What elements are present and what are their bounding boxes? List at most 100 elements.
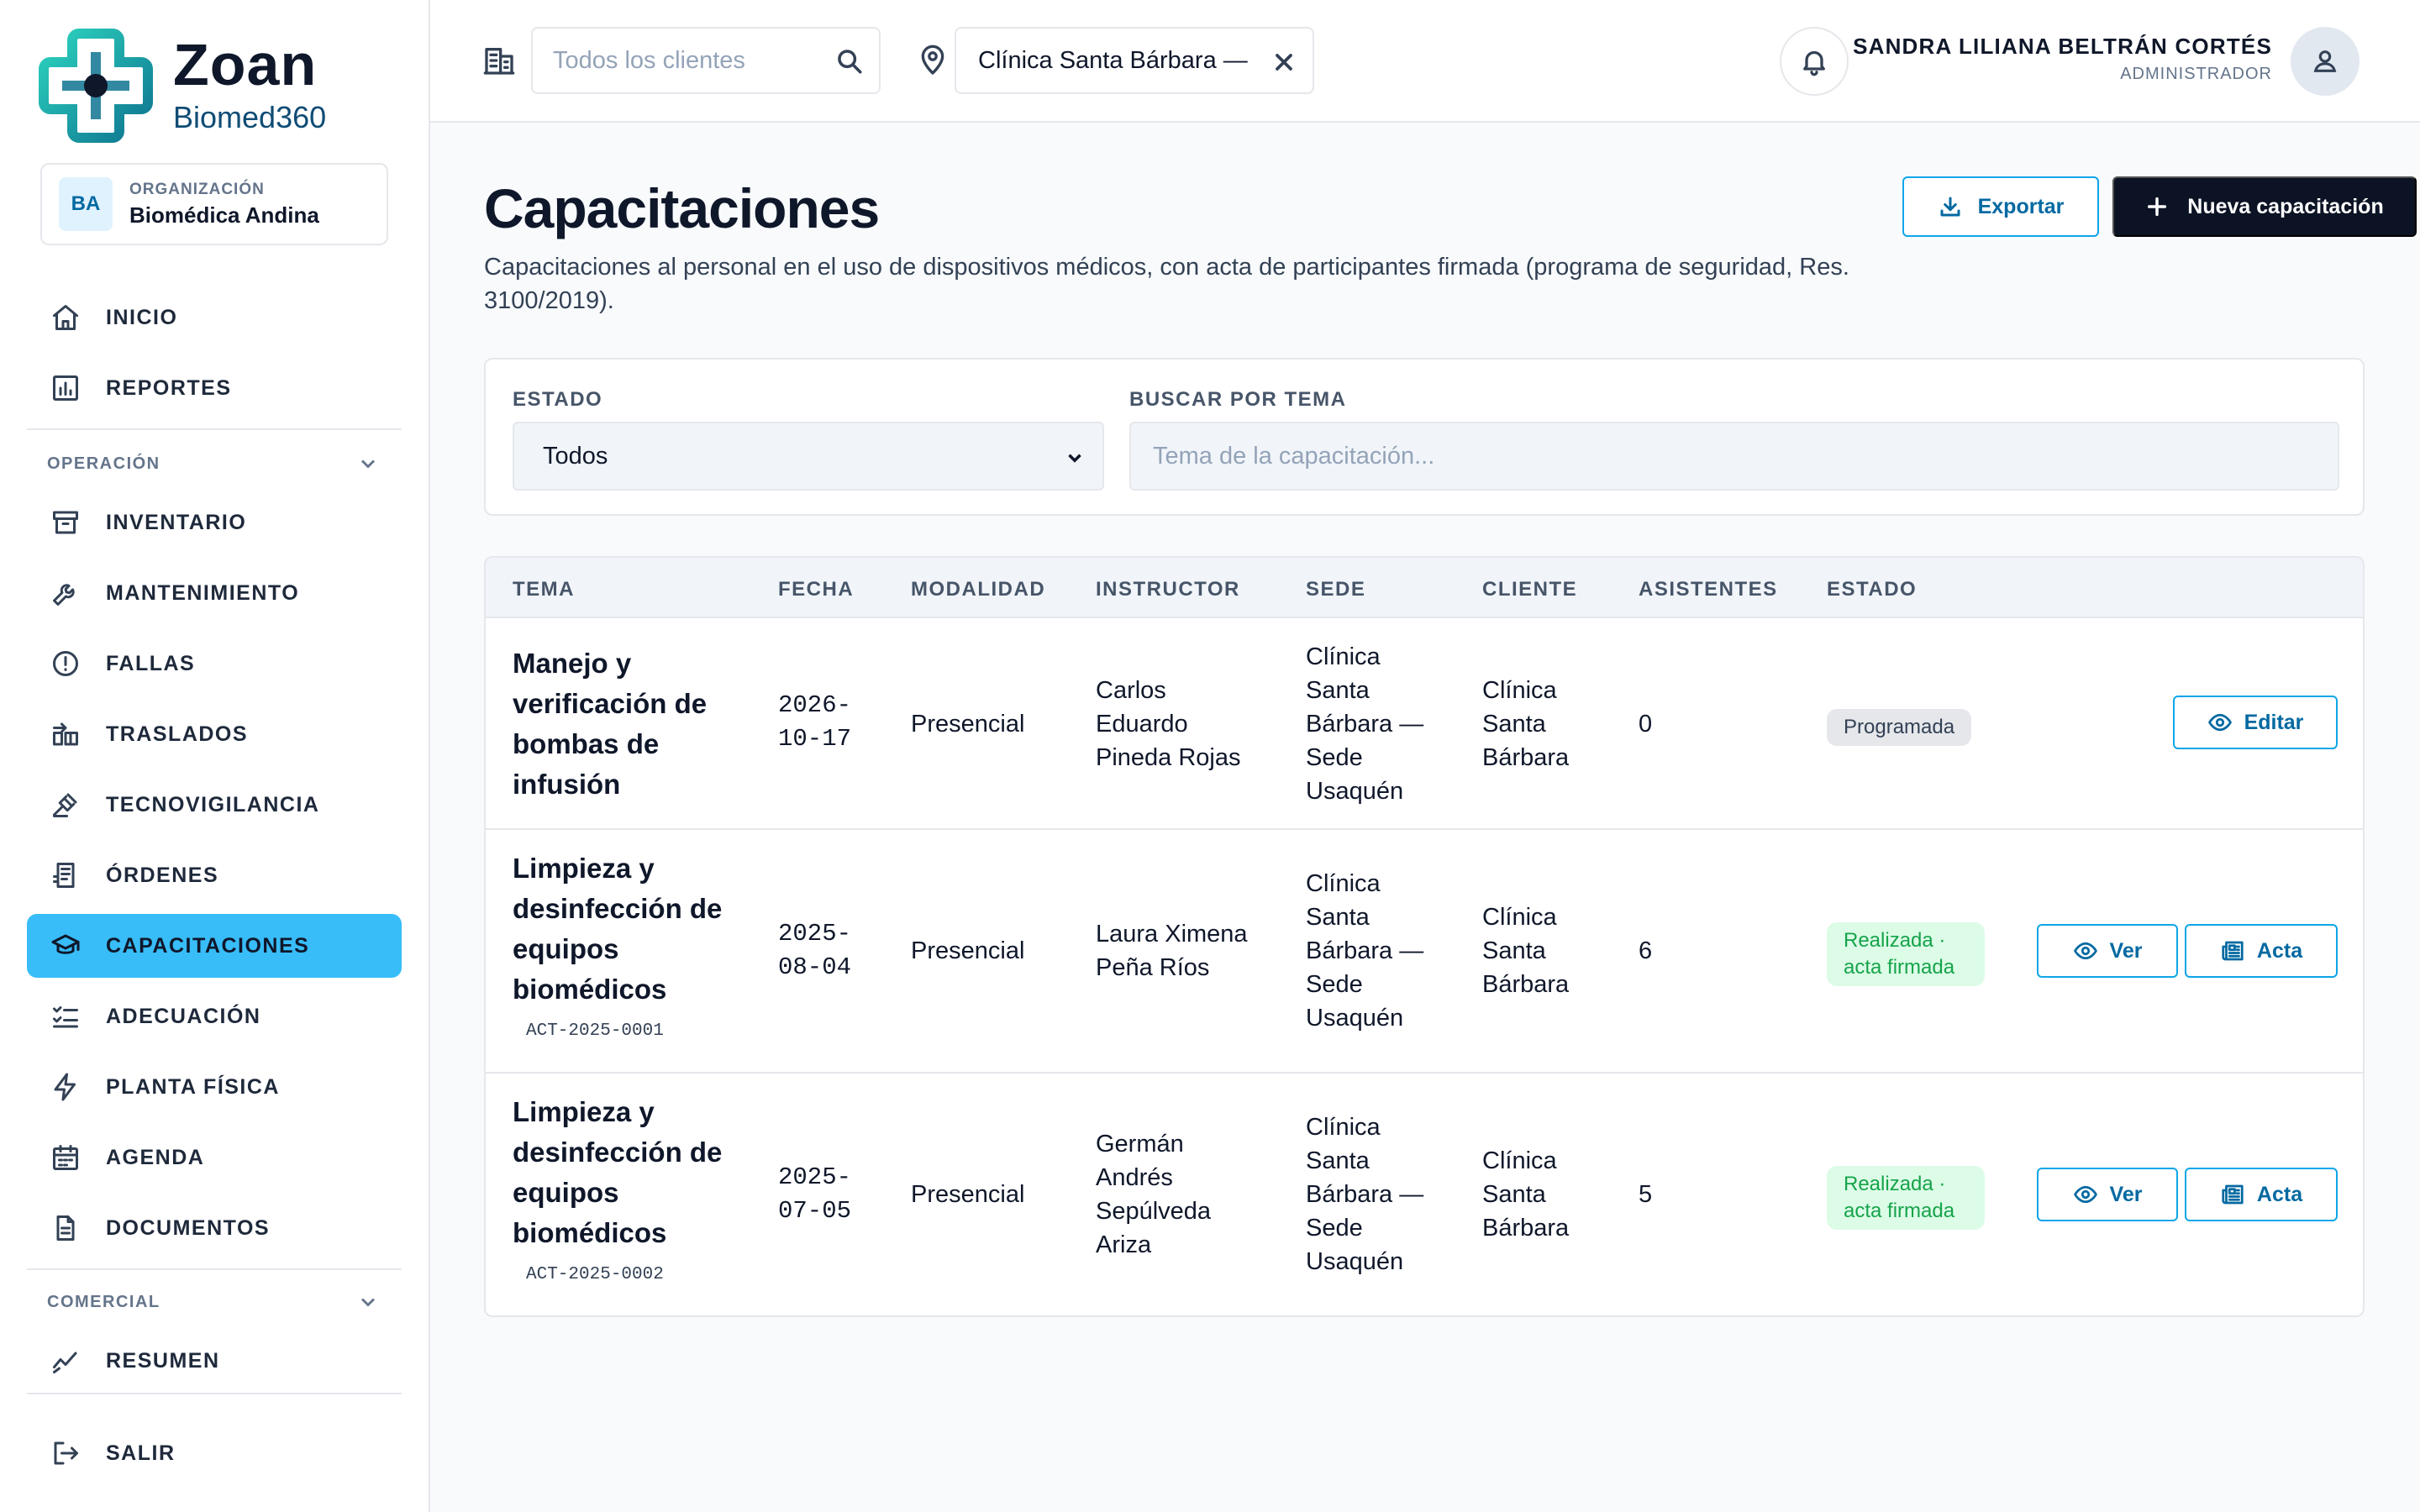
nav-label: RESUMEN bbox=[106, 1348, 220, 1373]
client-search-input[interactable] bbox=[553, 46, 822, 75]
logout-icon bbox=[49, 1436, 82, 1470]
nav-item-reportes[interactable]: REPORTES bbox=[27, 356, 402, 420]
eye-icon bbox=[2073, 1185, 2097, 1204]
nav-label: AGENDA bbox=[106, 1145, 205, 1169]
nav-item-documentos[interactable]: DOCUMENTOS bbox=[27, 1196, 402, 1260]
table-row[interactable]: Limpieza y desinfección de equipos biomé… bbox=[486, 1074, 2363, 1315]
brand-name: Zoan bbox=[173, 32, 318, 97]
newspaper-icon bbox=[2222, 941, 2244, 961]
row-date: 2026-10-17 bbox=[778, 691, 852, 753]
th-modalidad[interactable]: MODALIDAD bbox=[911, 578, 1045, 601]
row-client: Clínica Santa Bárbara bbox=[1482, 904, 1570, 998]
chevron-down-icon[interactable] bbox=[356, 452, 380, 475]
acta-label: Acta bbox=[2256, 938, 2303, 963]
nav-item-capacitaciones[interactable]: CAPACITACIONES bbox=[27, 914, 402, 978]
row-topic: Limpieza y desinfección de equipos biomé… bbox=[513, 1092, 748, 1287]
view-label: Ver bbox=[2109, 1182, 2143, 1206]
chart-icon bbox=[49, 371, 82, 405]
logo-mark-icon bbox=[39, 29, 153, 143]
th-tema[interactable]: TEMA bbox=[513, 578, 575, 601]
nav-item-planta-fisica[interactable]: PLANTA FÍSICA bbox=[27, 1055, 402, 1119]
th-instructor[interactable]: INSTRUCTOR bbox=[1096, 578, 1240, 601]
row-site: Clínica Santa Bárbara — Sede Usaquén bbox=[1306, 870, 1424, 1032]
sidebar-divider bbox=[27, 428, 402, 430]
nav-item-tecnovigilancia[interactable]: TECNOVIGILANCIA bbox=[27, 773, 402, 837]
acta-button[interactable]: Acta bbox=[2185, 1168, 2338, 1221]
close-icon[interactable] bbox=[1270, 49, 1297, 76]
row-instructor: Germán Andrés Sepúlveda Ariza bbox=[1096, 1131, 1212, 1258]
nav-label: PLANTA FÍSICA bbox=[106, 1074, 280, 1099]
acta-label: Acta bbox=[2256, 1182, 2303, 1206]
th-asistentes[interactable]: ASISTENTES bbox=[1639, 578, 1778, 601]
row-site: Clínica Santa Bárbara — Sede Usaquén bbox=[1306, 643, 1424, 805]
nav-label: ADECUACIÓN bbox=[106, 1004, 261, 1028]
sidebar: Zoan Biomed360 BA ORGANIZACIÓN Biomédica… bbox=[0, 0, 430, 1512]
document-icon bbox=[49, 1211, 82, 1245]
new-training-button[interactable]: Nueva capacitación bbox=[2112, 176, 2417, 237]
topic-search-label: BUSCAR POR TEMA bbox=[1129, 388, 1347, 411]
nav-item-fallas[interactable]: FALLAS bbox=[27, 632, 402, 696]
topbar: Clínica Santa Bárbara — SANDRA LILIANA B… bbox=[430, 0, 2420, 123]
row-attendees: 5 bbox=[1639, 1181, 1653, 1208]
nav-item-agenda[interactable]: AGENDA bbox=[27, 1126, 402, 1189]
chevron-down-icon[interactable] bbox=[356, 1290, 380, 1314]
user-icon bbox=[2313, 50, 2337, 72]
plus-icon bbox=[2148, 197, 2167, 217]
nav-item-adecuacion[interactable]: ADECUACIÓN bbox=[27, 984, 402, 1048]
view-button[interactable]: Ver bbox=[2037, 1168, 2178, 1221]
section-operacion-label: OPERACIÓN bbox=[47, 454, 160, 473]
eye-icon bbox=[2073, 942, 2097, 960]
archive-icon bbox=[49, 506, 82, 539]
estado-select[interactable]: Todos bbox=[513, 422, 1104, 491]
nav-label: INVENTARIO bbox=[106, 510, 247, 534]
brand-logo[interactable]: Zoan Biomed360 bbox=[39, 29, 326, 143]
nav-item-salir[interactable]: SALIR bbox=[27, 1421, 402, 1485]
nav-item-ordenes[interactable]: ÓRDENES bbox=[27, 843, 402, 907]
th-sede[interactable]: SEDE bbox=[1306, 578, 1365, 601]
nav-item-resumen[interactable]: RESUMEN bbox=[27, 1329, 402, 1393]
table-row[interactable]: Limpieza y desinfección de equipos biomé… bbox=[486, 830, 2363, 1074]
act-code: ACT-2025-0002 bbox=[526, 1265, 664, 1284]
row-client: Clínica Santa Bárbara bbox=[1482, 1147, 1570, 1242]
status-badge: Realizada · acta firmada bbox=[1827, 922, 1985, 986]
organization-card[interactable]: BA ORGANIZACIÓN Biomédica Andina bbox=[40, 163, 388, 245]
edit-button[interactable]: Editar bbox=[2173, 696, 2338, 749]
eye-icon bbox=[2207, 713, 2232, 732]
nav-item-mantenimiento[interactable]: MANTENIMIENTO bbox=[27, 561, 402, 625]
trainings-table: TEMA FECHA MODALIDAD INSTRUCTOR SEDE CLI… bbox=[484, 556, 2365, 1317]
estado-select-value: Todos bbox=[543, 442, 608, 470]
location-pin-icon bbox=[916, 44, 951, 79]
user-name: SANDRA LILIANA BELTRÁN CORTÉS bbox=[1853, 34, 2272, 59]
table-row[interactable]: Manejo y verificación de bombas de infus… bbox=[486, 618, 2363, 830]
site-selector[interactable]: Clínica Santa Bárbara — bbox=[955, 27, 1314, 94]
notifications-button[interactable] bbox=[1780, 27, 1849, 96]
row-modality: Presencial bbox=[911, 1181, 1025, 1208]
nav-item-traslados[interactable]: TRASLADOS bbox=[27, 702, 402, 766]
view-button[interactable]: Ver bbox=[2037, 924, 2178, 978]
wrench-icon bbox=[49, 576, 82, 610]
nav-label: ÓRDENES bbox=[106, 863, 219, 887]
nav-item-inicio[interactable]: INICIO bbox=[27, 286, 402, 349]
nav-item-inventario[interactable]: INVENTARIO bbox=[27, 491, 402, 554]
user-info[interactable]: SANDRA LILIANA BELTRÁN CORTÉS ADMINISTRA… bbox=[1853, 34, 2272, 84]
acta-button[interactable]: Acta bbox=[2185, 924, 2338, 978]
row-site: Clínica Santa Bárbara — Sede Usaquén bbox=[1306, 1114, 1424, 1275]
nav-label: CAPACITACIONES bbox=[106, 933, 310, 958]
topic-search-input[interactable] bbox=[1129, 422, 2339, 491]
sidebar-divider bbox=[27, 1268, 402, 1270]
filters-panel: ESTADO BUSCAR POR TEMA Todos bbox=[484, 358, 2365, 516]
th-estado[interactable]: ESTADO bbox=[1827, 578, 1917, 601]
avatar[interactable] bbox=[2291, 27, 2360, 96]
new-training-label: Nueva capacitación bbox=[2187, 194, 2384, 218]
trend-icon bbox=[49, 1344, 82, 1378]
section-comercial-label: COMERCIAL bbox=[47, 1293, 160, 1311]
search-icon[interactable] bbox=[835, 47, 864, 76]
export-button[interactable]: Exportar bbox=[1902, 176, 2099, 237]
th-cliente[interactable]: CLIENTE bbox=[1482, 578, 1577, 601]
estado-filter-label: ESTADO bbox=[513, 388, 603, 411]
sidebar-divider bbox=[27, 1393, 402, 1394]
nav-label: MANTENIMIENTO bbox=[106, 580, 300, 605]
row-date: 2025-07-05 bbox=[778, 1163, 852, 1225]
client-search[interactable] bbox=[531, 27, 881, 94]
th-fecha[interactable]: FECHA bbox=[778, 578, 854, 601]
